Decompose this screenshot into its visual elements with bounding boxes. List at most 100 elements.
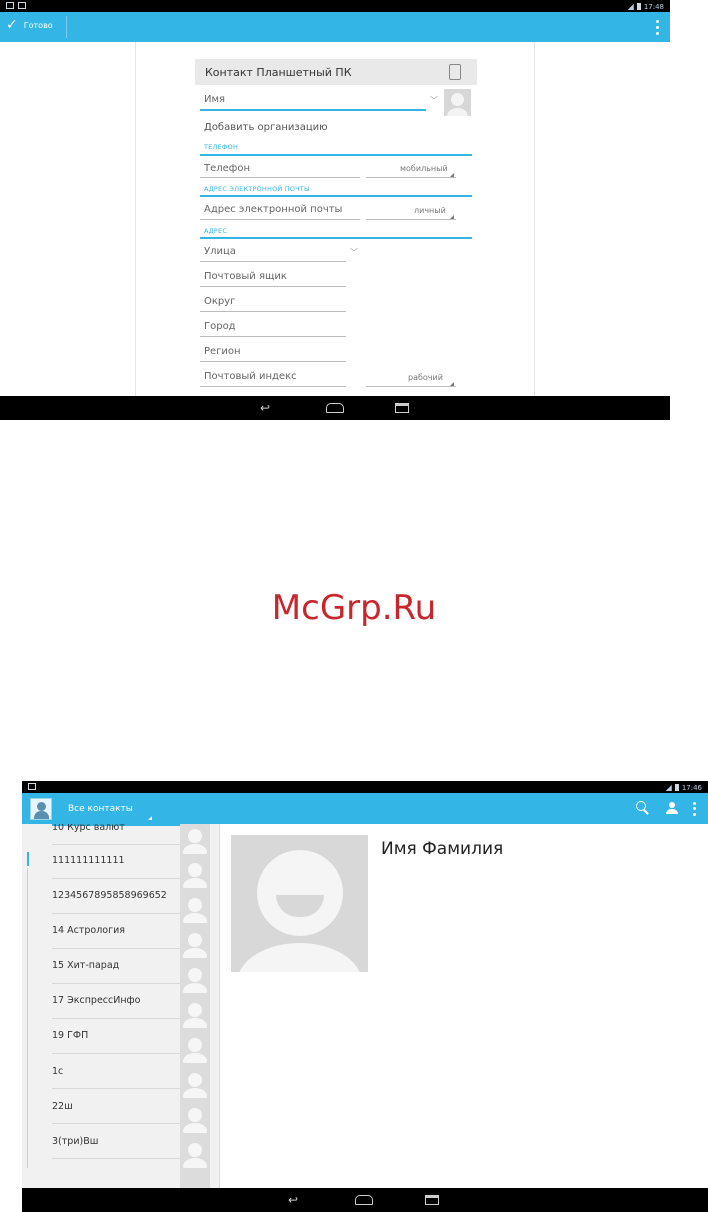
section-divider bbox=[200, 195, 472, 197]
postal-code-field[interactable]: Почтовый индекс bbox=[204, 371, 297, 382]
status-bar: ◢ 17:46 bbox=[22, 781, 708, 793]
contact-thumbnail[interactable] bbox=[182, 999, 208, 1028]
overflow-menu-icon[interactable] bbox=[692, 801, 696, 817]
overflow-menu-icon[interactable] bbox=[654, 18, 660, 36]
email-section-header: Адрес электронной почты bbox=[204, 185, 310, 193]
list-item[interactable]: 1234567895858969652 bbox=[52, 890, 182, 901]
done-label: Готово bbox=[23, 20, 53, 30]
divider bbox=[52, 983, 180, 984]
dropdown-arrow-icon bbox=[450, 215, 454, 219]
status-bar: ◢ 17:48 bbox=[0, 0, 670, 12]
list-item[interactable]: 10 Курс валют bbox=[52, 824, 182, 833]
address-type-spinner[interactable]: рабочий bbox=[408, 373, 443, 382]
recent-apps-icon[interactable] bbox=[425, 1195, 439, 1205]
district-underline bbox=[200, 311, 346, 312]
divider bbox=[52, 948, 180, 949]
fast-scroll-thumb[interactable] bbox=[27, 852, 29, 866]
contact-thumbnail[interactable] bbox=[182, 825, 208, 854]
status-clock: 17:46 bbox=[681, 783, 702, 792]
wifi-icon: ◢ bbox=[665, 783, 672, 792]
region-underline bbox=[200, 361, 346, 362]
notification-icon bbox=[6, 2, 14, 9]
tablet-icon bbox=[449, 64, 461, 80]
contact-thumbnail[interactable] bbox=[182, 1139, 208, 1168]
chevron-down-icon[interactable]: ﹀ bbox=[350, 247, 358, 258]
photo-placeholder[interactable] bbox=[444, 89, 471, 116]
name-field[interactable]: Имя bbox=[204, 94, 225, 105]
done-button[interactable]: ✓ Готово bbox=[6, 18, 53, 32]
name-underline bbox=[200, 109, 426, 111]
contact-thumbnail[interactable] bbox=[182, 1069, 208, 1098]
contact-thumbnail[interactable] bbox=[182, 1034, 208, 1063]
battery-icon bbox=[674, 784, 679, 791]
action-bar: ✓ Готово bbox=[0, 12, 670, 42]
dropdown-arrow-icon bbox=[148, 816, 152, 820]
phone-underline bbox=[200, 177, 360, 178]
divider bbox=[52, 844, 180, 845]
email-type-spinner[interactable]: личный bbox=[414, 206, 446, 215]
contact-editor-screen: ◢ 17:48 ✓ Готово Контакт Планшетный ПК И… bbox=[0, 0, 670, 420]
email-field[interactable]: Адрес электронной почты bbox=[204, 204, 342, 215]
editor-panel: Контакт Планшетный ПК Имя ﹀ Добавить орг… bbox=[135, 42, 535, 396]
home-icon[interactable] bbox=[355, 1195, 373, 1205]
person-icon[interactable] bbox=[666, 802, 678, 814]
contact-thumbnail[interactable] bbox=[182, 929, 208, 958]
phone-field[interactable]: Телефон bbox=[204, 163, 250, 174]
region-field[interactable]: Регион bbox=[204, 346, 241, 357]
contacts-list: 10 Курс валют 111111111111 1234567895858… bbox=[22, 824, 220, 1188]
district-field[interactable]: Округ bbox=[204, 296, 235, 307]
email-underline bbox=[200, 219, 360, 220]
fast-scroll-track[interactable] bbox=[27, 868, 28, 1168]
address-section-header: Адрес bbox=[204, 227, 228, 235]
notification-icon bbox=[18, 2, 26, 9]
divider bbox=[52, 1158, 180, 1159]
navigation-bar: ↩ bbox=[0, 396, 670, 420]
pobox-field[interactable]: Почтовый ящик bbox=[204, 271, 287, 282]
list-item[interactable]: 22ш bbox=[52, 1101, 182, 1112]
contacts-app-icon[interactable] bbox=[30, 798, 52, 820]
battery-icon bbox=[636, 3, 641, 10]
notification-icon bbox=[28, 783, 36, 790]
divider bbox=[66, 16, 67, 38]
list-item[interactable]: 19 ГФП bbox=[52, 1030, 182, 1041]
account-label: Контакт Планшетный ПК bbox=[205, 66, 352, 79]
postal-underline bbox=[200, 386, 346, 387]
pobox-underline bbox=[200, 286, 346, 287]
contact-name: Имя Фамилия bbox=[381, 839, 504, 859]
divider bbox=[52, 913, 180, 914]
add-organization-link[interactable]: Добавить организацию bbox=[204, 122, 328, 133]
contact-thumbnail[interactable] bbox=[182, 859, 208, 888]
street-underline bbox=[200, 261, 346, 262]
watermark: McGrp.Ru bbox=[271, 588, 437, 628]
wifi-icon: ◢ bbox=[627, 2, 634, 11]
list-item[interactable]: 14 Астрология bbox=[52, 925, 182, 936]
status-clock: 17:48 bbox=[643, 2, 664, 11]
search-icon[interactable] bbox=[636, 801, 650, 815]
city-field[interactable]: Город bbox=[204, 321, 236, 332]
phone-section-header: Телефон bbox=[204, 143, 239, 151]
home-icon[interactable] bbox=[326, 403, 344, 413]
list-item[interactable]: 3(три)Вш bbox=[52, 1136, 182, 1147]
list-item[interactable]: 15 Хит-парад bbox=[52, 960, 182, 971]
contact-thumbnail[interactable] bbox=[182, 964, 208, 993]
list-item[interactable]: 1с bbox=[52, 1066, 182, 1077]
street-field[interactable]: Улица bbox=[204, 246, 236, 257]
dropdown-arrow-icon bbox=[450, 173, 454, 177]
city-underline bbox=[200, 336, 346, 337]
divider bbox=[52, 1123, 180, 1124]
address-type-underline bbox=[366, 386, 456, 387]
chevron-down-icon[interactable]: ﹀ bbox=[430, 95, 438, 106]
divider bbox=[52, 1053, 180, 1054]
contact-filter-spinner[interactable]: Все контакты bbox=[68, 804, 133, 814]
list-item[interactable]: 111111111111 bbox=[52, 855, 182, 866]
divider bbox=[52, 1018, 180, 1019]
contact-photo[interactable] bbox=[231, 835, 368, 972]
dropdown-arrow-icon bbox=[450, 382, 454, 386]
back-icon[interactable]: ↩ bbox=[260, 402, 270, 414]
back-icon[interactable]: ↩ bbox=[288, 1194, 298, 1206]
recent-apps-icon[interactable] bbox=[395, 403, 409, 413]
phone-type-spinner[interactable]: мобильный bbox=[400, 164, 448, 173]
contact-thumbnail[interactable] bbox=[182, 1104, 208, 1133]
list-item[interactable]: 17 ЭкспрессИнфо bbox=[52, 995, 182, 1006]
contact-thumbnail[interactable] bbox=[182, 894, 208, 923]
